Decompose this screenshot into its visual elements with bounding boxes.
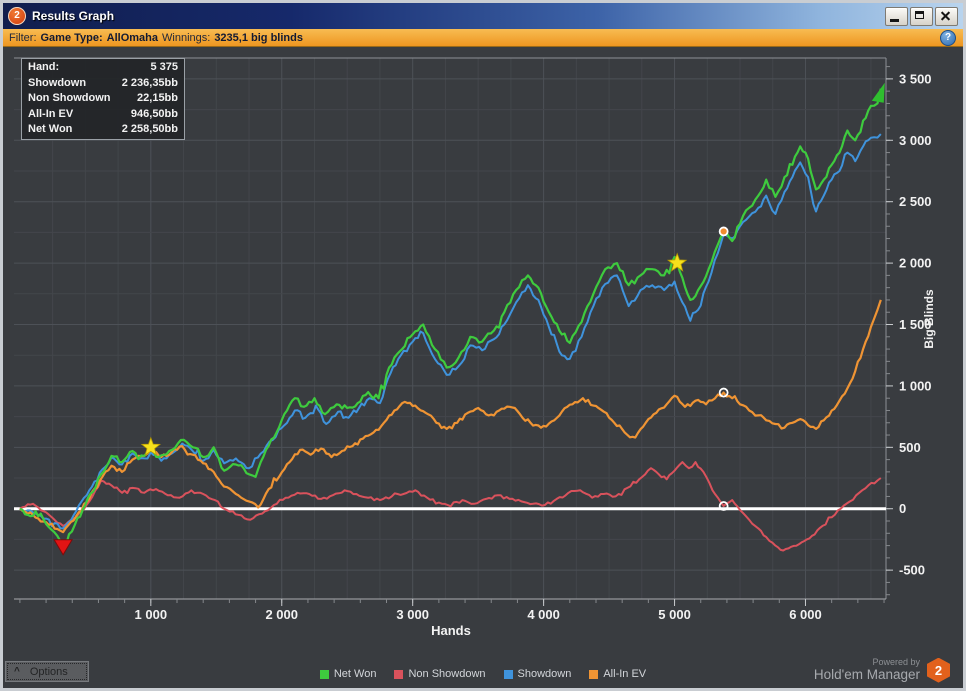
y-axis-title: Big Blinds bbox=[922, 289, 936, 349]
tooltip-value: 22,15bb bbox=[137, 92, 178, 104]
y-tick-label: 3 000 bbox=[899, 133, 932, 148]
close-icon bbox=[936, 8, 957, 25]
tooltip-value: 946,50bb bbox=[130, 107, 178, 120]
window-title: Results Graph bbox=[32, 9, 115, 23]
tooltip-row: Non Showdown 22,15bb bbox=[22, 91, 184, 107]
results-graph-window: 2 Results Graph Filter: Game Type: AllOm… bbox=[0, 0, 966, 691]
tooltip-label: Net Won bbox=[28, 123, 73, 135]
x-tick-label: 4 000 bbox=[527, 607, 560, 622]
ring-marker-icon bbox=[718, 226, 729, 237]
close-button[interactable] bbox=[935, 6, 958, 26]
y-tick-label: 2 500 bbox=[899, 194, 932, 209]
y-tick-label: 1 000 bbox=[899, 378, 932, 393]
help-icon[interactable]: ? bbox=[940, 30, 956, 46]
filter-bar: Filter: Game Type: AllOmaha Winnings: 32… bbox=[3, 29, 963, 47]
legend-label: Showdown bbox=[517, 668, 572, 680]
x-tick-label: 6 000 bbox=[789, 607, 822, 622]
legend-label: All-In EV bbox=[603, 668, 647, 680]
powered-by-block: Powered by Hold'em Manager 2 bbox=[814, 657, 950, 683]
tooltip-label: All-In EV bbox=[28, 107, 74, 120]
tooltip-label: Showdown bbox=[28, 76, 87, 89]
tooltip-value: 5 375 bbox=[150, 61, 178, 73]
results-chart[interactable]: 1 000 2 000 3 000 4 000 5 000 6 000 3 500 3 000… bbox=[3, 47, 963, 689]
maximize-icon bbox=[915, 10, 924, 19]
title-bar[interactable]: 2 Results Graph bbox=[3, 3, 963, 29]
powered-by-text: Powered by bbox=[872, 657, 920, 668]
minimize-button[interactable] bbox=[885, 6, 908, 26]
filter-game-type-label: Game Type: bbox=[40, 31, 103, 44]
legend-item-all-in-ev[interactable]: All-In EV bbox=[589, 668, 646, 680]
y-tick-label: 0 bbox=[899, 501, 906, 516]
tooltip-row: Showdown 2 236,35bb bbox=[22, 76, 184, 92]
tooltip-row: All-In EV 946,50bb bbox=[22, 107, 184, 123]
legend-swatch bbox=[589, 669, 599, 679]
tooltip-label: Hand: bbox=[28, 61, 60, 73]
y-tick-label: 3 500 bbox=[899, 71, 932, 86]
hand-info-box: Hand: 5 375 Showdown 2 236,35bb Non Showdown… bbox=[21, 58, 185, 140]
filter-prefix: Filter: bbox=[9, 31, 37, 44]
legend-item-net-won[interactable]: Net Won bbox=[319, 668, 377, 680]
tooltip-row: Hand: 5 375 bbox=[22, 60, 184, 76]
brand-name: Hold'em Manager bbox=[813, 667, 920, 683]
hm2-badge-icon: 2 bbox=[927, 657, 950, 683]
tooltip-label: Non Showdown bbox=[28, 92, 111, 104]
filter-winnings-value: 3235,1 big blinds bbox=[214, 31, 303, 44]
maximize-button[interactable] bbox=[910, 6, 933, 26]
filter-winnings-label: Winnings: bbox=[162, 31, 211, 44]
y-tick-label: 500 bbox=[899, 440, 921, 455]
legend-swatch bbox=[319, 669, 329, 679]
legend-item-non-showdown[interactable]: Non Showdown bbox=[394, 668, 486, 680]
legend-label: Non Showdown bbox=[408, 668, 486, 680]
y-tick-label: -500 bbox=[899, 563, 925, 578]
x-axis-title: Hands bbox=[431, 623, 471, 638]
x-tick-label: 1 000 bbox=[135, 607, 168, 622]
legend-swatch bbox=[394, 669, 404, 679]
x-tick-label: 2 000 bbox=[265, 607, 298, 622]
tooltip-row: Net Won 2 258,50bb bbox=[22, 122, 184, 138]
y-tick-label: 2 000 bbox=[899, 256, 932, 271]
minimize-icon bbox=[890, 18, 899, 22]
x-tick-label: 3 000 bbox=[396, 607, 429, 622]
hm2-app-icon: 2 bbox=[8, 7, 26, 25]
tooltip-value: 2 236,35bb bbox=[121, 76, 178, 89]
legend-swatch bbox=[503, 669, 513, 679]
x-tick-label: 5 000 bbox=[658, 607, 691, 622]
legend-item-showdown[interactable]: Showdown bbox=[503, 668, 572, 680]
filter-game-type-value: AllOmaha bbox=[106, 31, 159, 44]
tooltip-value: 2 258,50bb bbox=[121, 123, 178, 135]
legend-label: Net Won bbox=[333, 668, 377, 680]
chart-area: 1 000 2 000 3 000 4 000 5 000 6 000 3 500 3 000… bbox=[3, 47, 963, 688]
